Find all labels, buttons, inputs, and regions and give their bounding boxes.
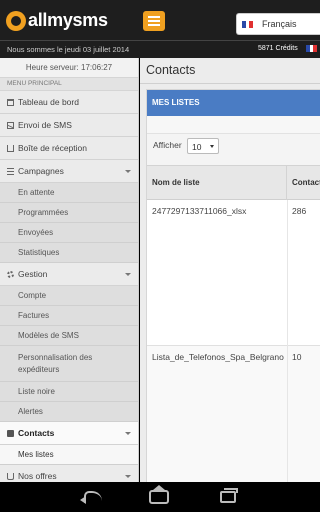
sidebar-item-dashboard[interactable]: Tableau de bord: [0, 91, 138, 114]
back-icon[interactable]: [80, 491, 102, 504]
sidebar-item-campaigns[interactable]: Campagnes: [0, 160, 138, 183]
chevron-down-icon: [125, 170, 131, 173]
sidebar-item-management[interactable]: Gestion: [0, 263, 138, 286]
envelope-icon: [7, 121, 14, 129]
list-name-cell[interactable]: Lista_de_Telefonos_Spa_Belgrano: [152, 352, 284, 362]
sidebar-item-offers[interactable]: Nos offres: [0, 465, 138, 482]
logo[interactable]: allmysms: [6, 10, 108, 31]
sidebar-subitem-blacklist[interactable]: Liste noire: [0, 382, 138, 402]
inbox-icon: [7, 144, 14, 152]
home-icon[interactable]: [149, 485, 169, 504]
sidebar-subitem-scheduled[interactable]: Programmées: [0, 203, 138, 223]
logo-text: allmysms: [28, 10, 108, 30]
divider: [140, 83, 320, 84]
list-name-cell[interactable]: 2477297133711066_xlsx: [152, 206, 284, 216]
dashboard-icon: [7, 98, 14, 106]
chevron-down-icon: [125, 475, 131, 478]
sidebar-subitem-sent[interactable]: Envoyées: [0, 223, 138, 243]
column-header-contacts[interactable]: Contact: [287, 166, 320, 201]
french-flag-icon: [242, 21, 254, 28]
list-icon: [7, 167, 14, 175]
sidebar-item-send-sms[interactable]: Envoi de SMS: [0, 114, 138, 137]
sidebar-item-label: Campagnes: [18, 166, 64, 176]
panel-toolbar: [147, 116, 320, 134]
recent-apps-icon[interactable]: [220, 488, 238, 503]
chevron-down-icon: [210, 145, 214, 148]
chevron-down-icon: [125, 273, 131, 276]
info-bar: Nous sommes le jeudi 03 juillet 2014 587…: [0, 40, 320, 58]
menu-heading: MENU PRINCIPAL: [0, 78, 138, 91]
gear-icon: [7, 270, 14, 278]
current-date: Nous sommes le jeudi 03 juillet 2014: [7, 45, 130, 54]
sidebar-item-label: Gestion: [18, 269, 48, 279]
sidebar-subitem-statistics[interactable]: Statistiques: [0, 243, 138, 263]
cart-icon: [7, 472, 14, 480]
lists-table: Nom de liste Contact 2477297133711066_xl…: [147, 165, 320, 482]
logo-icon: [6, 10, 26, 31]
sidebar-subitem-my-lists[interactable]: Mes listes: [0, 445, 138, 465]
page-size-label: Afficher: [153, 140, 182, 150]
language-label: Français: [262, 19, 297, 29]
sidebar-item-label: Boîte de réception: [18, 143, 87, 153]
table-header: Nom de liste Contact: [147, 165, 320, 201]
panel-title: MES LISTES: [147, 90, 320, 116]
language-select[interactable]: Français: [236, 13, 320, 35]
top-bar: allmysms Français: [0, 0, 320, 40]
page-size-value: 10: [192, 142, 202, 152]
credits-count[interactable]: 5871 Crédits: [258, 45, 298, 52]
table-row[interactable]: 2477297133711066_xlsx 286: [147, 200, 320, 346]
page-size-select[interactable]: 10: [187, 138, 219, 154]
sidebar-subitem-sender-customization[interactable]: Personnalisation des expéditeurs: [0, 346, 138, 382]
chevron-down-icon: [125, 432, 131, 435]
sidebar-item-label: Contacts: [18, 428, 55, 438]
sidebar-subitem-sms-templates[interactable]: Modèles de SMS: [0, 326, 138, 346]
sidebar-subitem-alerts[interactable]: Alertes: [0, 402, 138, 422]
sidebar-subitem-account[interactable]: Compte: [0, 286, 138, 306]
system-nav-bar: [0, 482, 320, 512]
french-flag-icon: [306, 45, 318, 52]
lists-panel: MES LISTES Afficher 10 Nom de liste Cont…: [146, 89, 320, 482]
menu-toggle-button[interactable]: [143, 11, 165, 31]
contacts-count-cell: 286: [292, 206, 307, 216]
book-icon: [7, 429, 14, 437]
sidebar-item-label: Tableau de bord: [18, 97, 79, 107]
sidebar-item-inbox[interactable]: Boîte de réception: [0, 137, 138, 160]
contacts-count-cell: 10: [292, 352, 302, 362]
table-row[interactable]: Lista_de_Telefonos_Spa_Belgrano 10: [147, 346, 320, 482]
sidebar-subitem-invoices[interactable]: Factures: [0, 306, 138, 326]
sidebar-item-contacts[interactable]: Contacts: [0, 422, 138, 445]
sidebar-item-label: Envoi de SMS: [18, 120, 72, 130]
sidebar: Heure serveur: 17:06:27 MENU PRINCIPAL T…: [0, 58, 139, 482]
main-content: Contacts MES LISTES Afficher 10 Nom de l…: [140, 58, 320, 482]
column-header-list-name[interactable]: Nom de liste: [147, 166, 287, 201]
sidebar-item-label: Nos offres: [18, 471, 57, 481]
page-title: Contacts: [146, 63, 196, 77]
server-time: Heure serveur: 17:06:27: [0, 58, 138, 78]
sidebar-subitem-pending[interactable]: En attente: [0, 183, 138, 203]
hamburger-icon: [148, 16, 160, 18]
